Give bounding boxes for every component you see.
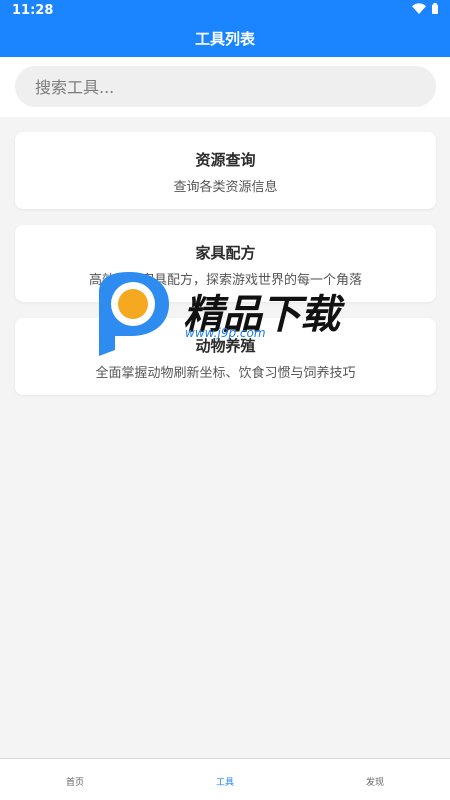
battery-icon bbox=[432, 3, 438, 14]
wifi-icon bbox=[412, 3, 426, 14]
card-description: 查询各类资源信息 bbox=[173, 180, 278, 195]
bottom-nav: 首页 工具 发现 bbox=[0, 758, 450, 800]
nav-item-home[interactable]: 首页 bbox=[0, 759, 150, 800]
page-title: 工具列表 bbox=[194, 30, 255, 48]
search-area bbox=[0, 57, 450, 117]
card-title: 资源查询 bbox=[195, 151, 256, 169]
tool-card-furniture-recipes[interactable]: 家具配方 高效收集家具配方，探索游戏世界的每一个角落 bbox=[15, 225, 436, 302]
tool-card-animal-breeding[interactable]: 动物养殖 全面掌握动物刷新坐标、饮食习惯与饲养技巧 bbox=[15, 318, 436, 395]
nav-item-discover[interactable]: 发现 bbox=[300, 759, 450, 800]
search-box[interactable] bbox=[15, 66, 436, 109]
tool-card-resource-query[interactable]: 资源查询 查询各类资源信息 bbox=[15, 132, 436, 209]
card-description: 全面掌握动物刷新坐标、饮食习惯与饲养技巧 bbox=[95, 366, 356, 381]
nav-item-tools[interactable]: 工具 bbox=[150, 759, 300, 800]
app-bar: 11:28 工具列表 bbox=[0, 0, 450, 57]
card-title: 家具配方 bbox=[195, 244, 256, 262]
status-time: 11:28 bbox=[12, 3, 54, 18]
card-description: 高效收集家具配方，探索游戏世界的每一个角落 bbox=[88, 273, 362, 288]
search-input[interactable] bbox=[33, 66, 417, 109]
status-icons bbox=[412, 3, 438, 14]
card-title: 动物养殖 bbox=[195, 337, 256, 355]
